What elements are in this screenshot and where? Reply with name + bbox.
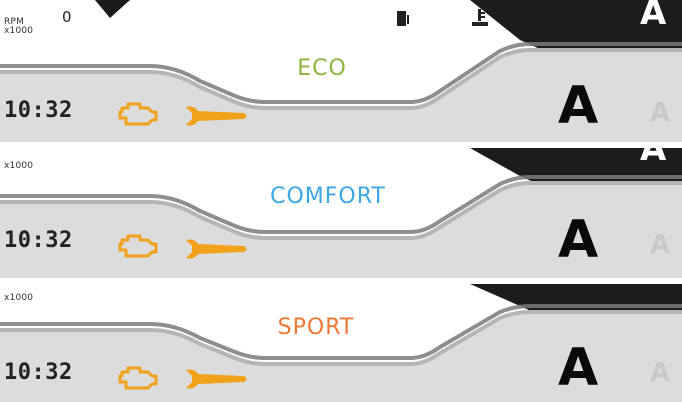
gear-indicator: A bbox=[558, 210, 599, 270]
wrench-icon bbox=[186, 239, 247, 259]
drive-mode-label: SPORT bbox=[277, 315, 355, 340]
wrench-icon bbox=[186, 369, 247, 389]
rpm-unit: RPM x1000 bbox=[4, 17, 34, 36]
next-gear-indicator: A bbox=[650, 98, 671, 128]
drive-mode-label: COMFORT bbox=[270, 184, 386, 209]
temperature-icon bbox=[472, 9, 488, 26]
gear-indicator-top: A bbox=[640, 0, 667, 33]
wrench-icon bbox=[186, 106, 247, 126]
drive-mode-panel-eco: RPM x1000 0 A ECO 10:32 A A bbox=[0, 0, 682, 148]
clock-time: 10:32 bbox=[4, 98, 73, 123]
engine-warning-icon bbox=[118, 102, 158, 126]
rpm-label: x1000 bbox=[4, 162, 33, 171]
engine-warning-icon bbox=[118, 366, 158, 390]
rpm-zero-value: 0 bbox=[62, 8, 72, 26]
rpm-unit: x1000 bbox=[4, 161, 34, 171]
drive-mode-panel-comfort: x1000 A COMFORT 10:32 A A bbox=[0, 148, 682, 284]
next-gear-indicator: A bbox=[650, 230, 671, 260]
engine-warning-icon bbox=[118, 234, 158, 258]
clock-time: 10:32 bbox=[4, 360, 73, 385]
clock-time: 10:32 bbox=[4, 228, 73, 253]
drive-mode-panel-sport: x1000 SPORT 10:32 A A bbox=[0, 284, 682, 402]
rpm-label: RPM x1000 bbox=[4, 18, 33, 36]
drive-mode-label: ECO bbox=[297, 56, 347, 81]
rpm-unit: x1000 bbox=[4, 293, 34, 303]
fuel-icon bbox=[397, 11, 409, 26]
gear-indicator: A bbox=[558, 338, 599, 398]
next-gear-indicator: A bbox=[650, 358, 671, 388]
rpm-label: x1000 bbox=[4, 294, 33, 303]
gear-indicator: A bbox=[558, 76, 599, 136]
gear-indicator-top: A bbox=[640, 148, 667, 169]
